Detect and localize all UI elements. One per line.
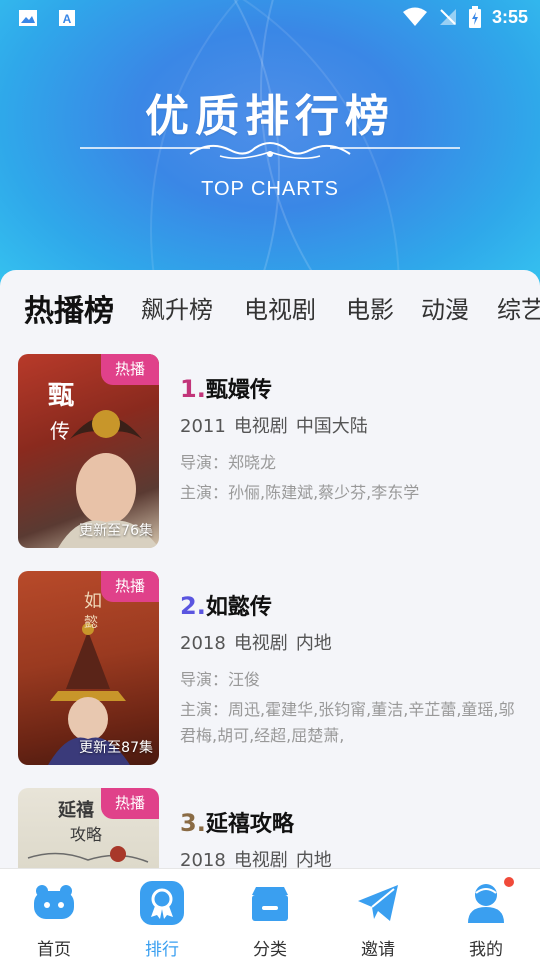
tab-tv-series[interactable]: 电视剧: [244, 290, 316, 325]
list-item[interactable]: 如 懿 热播 更新至87集 2.如懿传 2018 电视剧 内地 导演：汪俊 主演：周…: [0, 571, 540, 771]
item-title: 1.甄嬛传: [180, 372, 525, 404]
genre: 电视剧: [233, 850, 288, 870]
ranking-panel: 热播榜 飙升榜 电视剧 电影 动漫 综艺 甄 传 热播 更新至76集 1.甄嬛传…: [0, 270, 540, 870]
hero-banner: A 3:55 优质排行榜 TOP CHARTS: [0, 0, 540, 300]
profile-icon: [468, 884, 504, 923]
show-name[interactable]: 延禧攻略: [206, 812, 294, 837]
poster-calligraphy: 如: [84, 591, 102, 612]
poster-image[interactable]: 甄 传 热播 更新至76集: [18, 354, 159, 548]
episode-update: 更新至87集: [79, 740, 153, 756]
region: 内地: [295, 633, 332, 654]
hot-badge: 热播: [100, 354, 159, 385]
rank-number: 1.: [180, 375, 206, 403]
gallery-icon: [19, 10, 37, 26]
battery-icon: [468, 6, 481, 28]
item-title: 3.延禧攻略: [180, 806, 525, 838]
year: 2011: [180, 416, 226, 437]
nav-home[interactable]: 首页: [0, 879, 108, 960]
nav-ranking[interactable]: 排行: [108, 879, 216, 960]
show-name[interactable]: 甄嬛传: [206, 378, 272, 403]
poster-calligraphy: 延禧: [57, 799, 94, 821]
nav-label: 首页: [37, 940, 71, 960]
list-item[interactable]: 甄 传 热播 更新至76集 1.甄嬛传 2011 电视剧 中国大陆 导演：郑晓龙 主…: [0, 354, 540, 554]
cast: 主演：周迅,霍建华,张钧甯,董洁,辛芷蕾,童瑶,邬君梅,胡可,经超,屈楚萧,: [180, 700, 515, 745]
notification-dot: [504, 877, 514, 887]
director: 导演：汪俊: [180, 670, 261, 689]
nav-invite[interactable]: 邀请: [324, 879, 432, 960]
tab-rising[interactable]: 飙升榜: [141, 290, 213, 325]
rank-number: 2.: [180, 592, 206, 620]
page-subtitle: TOP CHARTS: [201, 178, 339, 200]
hot-badge: 热播: [100, 788, 159, 819]
status-bar: A 3:55: [0, 0, 540, 36]
show-name[interactable]: 如懿传: [206, 595, 272, 620]
nav-profile[interactable]: 我的: [432, 877, 540, 960]
item-meta: 2011 电视剧 中国大陆: [180, 412, 525, 440]
tab-anime[interactable]: 动漫: [421, 290, 469, 325]
nav-label: 邀请: [361, 940, 395, 960]
item-meta: 2018 电视剧 内地: [180, 846, 525, 870]
director: 导演：郑晓龙: [180, 453, 277, 472]
episode-update: 更新至76集: [79, 523, 153, 539]
nav-category[interactable]: 分类: [216, 879, 324, 960]
poster-calligraphy: 传: [50, 419, 70, 443]
region: 中国大陆: [295, 416, 368, 437]
svg-text:A: A: [63, 12, 72, 26]
bottom-navigation: 首页 排行 分类 邀请 我的: [0, 868, 540, 960]
poster-calligraphy: 甄: [48, 381, 74, 411]
genre: 电视剧: [233, 416, 288, 437]
rank-icon: [140, 881, 184, 925]
year: 2018: [180, 633, 226, 654]
tab-variety[interactable]: 综艺: [497, 290, 540, 325]
cast: 主演：孙俪,陈建斌,蔡少芬,李东学: [180, 483, 420, 502]
nav-label: 我的: [469, 940, 503, 960]
home-icon: [34, 885, 74, 919]
hot-badge: 热播: [100, 571, 159, 602]
rank-number: 3.: [180, 809, 206, 837]
ornament-divider: [80, 142, 460, 159]
poster-image[interactable]: 延禧 攻略 热播: [18, 788, 159, 870]
nav-label: 分类: [253, 940, 287, 960]
region: 内地: [295, 850, 332, 870]
genre: 电视剧: [233, 633, 288, 654]
tab-movies[interactable]: 电影: [346, 290, 394, 325]
list-item[interactable]: 延禧 攻略 热播 3.延禧攻略 2018 电视剧 内地: [0, 788, 540, 870]
poster-image[interactable]: 如 懿 热播 更新至87集: [18, 571, 159, 765]
page-title: 优质排行榜: [145, 91, 395, 142]
invite-icon: [358, 885, 398, 921]
poster-calligraphy: 攻略: [70, 825, 102, 844]
category-icon: [252, 887, 288, 921]
app-notification-icon: A: [59, 10, 75, 26]
wifi-icon: [402, 7, 427, 26]
year: 2018: [180, 850, 226, 870]
tab-hot[interactable]: 热播榜: [24, 286, 114, 330]
item-title: 2.如懿传: [180, 589, 525, 621]
item-meta: 2018 电视剧 内地: [180, 629, 525, 657]
status-time: 3:55: [491, 6, 528, 27]
poster-calligraphy: 懿: [84, 615, 98, 631]
ranking-tabs: 热播榜 飙升榜 电视剧 电影 动漫 综艺: [0, 270, 540, 340]
nav-label: 排行: [145, 940, 179, 960]
signal-icon: [439, 9, 456, 25]
